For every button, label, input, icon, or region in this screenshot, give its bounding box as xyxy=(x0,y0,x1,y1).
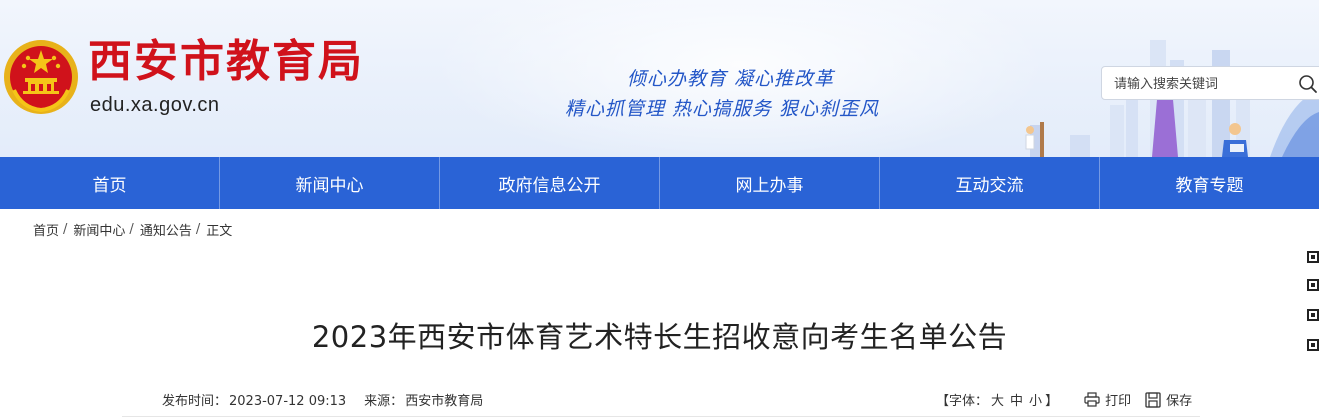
breadcrumb-news-center[interactable]: 新闻中心 xyxy=(73,220,125,239)
breadcrumb: 首页 / 新闻中心 / 通知公告 / 正文 xyxy=(33,220,232,239)
publish-time-label: 发布时间： xyxy=(162,394,228,409)
font-size-large[interactable]: 大 xyxy=(991,390,1004,409)
font-size-close-bracket: 】 xyxy=(1045,394,1059,409)
save-label: 保存 xyxy=(1166,394,1193,409)
nav-item-news-center[interactable]: 新闻中心 xyxy=(220,157,440,209)
print-label: 打印 xyxy=(1105,394,1132,409)
main-nav: 首页 新闻中心 政府信息公开 网上办事 互动交流 教育专题 xyxy=(0,157,1319,209)
print-button[interactable]: 打印 xyxy=(1084,390,1131,409)
publish-time: 2023-07-12 09:13 xyxy=(229,394,347,409)
search-icon[interactable] xyxy=(1298,74,1318,94)
site-header: 西安市教育局 edu.xa.gov.cn 倾心办教育 凝心推改革 精心抓管理 热… xyxy=(0,0,1319,157)
slogan-line-2: 精心抓管理 热心搞服务 狠心刹歪风 xyxy=(565,98,880,120)
search-input[interactable] xyxy=(1114,67,1289,99)
site-domain: edu.xa.gov.cn xyxy=(90,94,220,116)
article-tools: 【字体： 大 中 小 】 打印 保存 xyxy=(936,390,1192,409)
save-button[interactable]: 保存 xyxy=(1145,390,1192,409)
font-size-selector: 【字体： 大 中 小 】 xyxy=(936,390,1058,409)
breadcrumb-home[interactable]: 首页 xyxy=(33,220,59,239)
breadcrumb-separator: / xyxy=(129,222,134,237)
national-emblem-icon xyxy=(4,40,78,114)
breadcrumb-notices[interactable]: 通知公告 xyxy=(140,220,192,239)
site-name: 西安市教育局 xyxy=(88,36,364,87)
save-icon xyxy=(1145,391,1161,408)
font-size-label: 【字体： xyxy=(936,394,989,409)
source-value: 西安市教育局 xyxy=(405,394,484,409)
nav-item-home[interactable]: 首页 xyxy=(0,157,220,209)
article-meta: 发布时间： 2023-07-12 09:13 来源： 西安市教育局 xyxy=(162,390,483,409)
breadcrumb-separator: / xyxy=(195,222,201,237)
slogan-line-1: 倾心办教育 凝心推改革 xyxy=(627,68,835,90)
meta-divider xyxy=(122,416,1200,417)
nav-item-online-services[interactable]: 网上办事 xyxy=(660,157,880,209)
nav-item-education-topics[interactable]: 教育专题 xyxy=(1100,157,1319,209)
article-title: 2023年西安市体育艺术特长生招收意向考生名单公告 xyxy=(311,320,1008,354)
source-label: 来源： xyxy=(364,394,404,409)
breadcrumb-current: 正文 xyxy=(206,224,233,239)
breadcrumb-separator: / xyxy=(63,222,68,237)
nav-item-interaction[interactable]: 互动交流 xyxy=(880,157,1100,209)
nav-item-gov-info[interactable]: 政府信息公开 xyxy=(440,157,660,209)
font-size-medium[interactable]: 中 xyxy=(1010,390,1023,409)
search-box xyxy=(1101,66,1319,100)
printer-icon xyxy=(1084,392,1100,407)
font-size-small[interactable]: 小 xyxy=(1029,390,1042,409)
